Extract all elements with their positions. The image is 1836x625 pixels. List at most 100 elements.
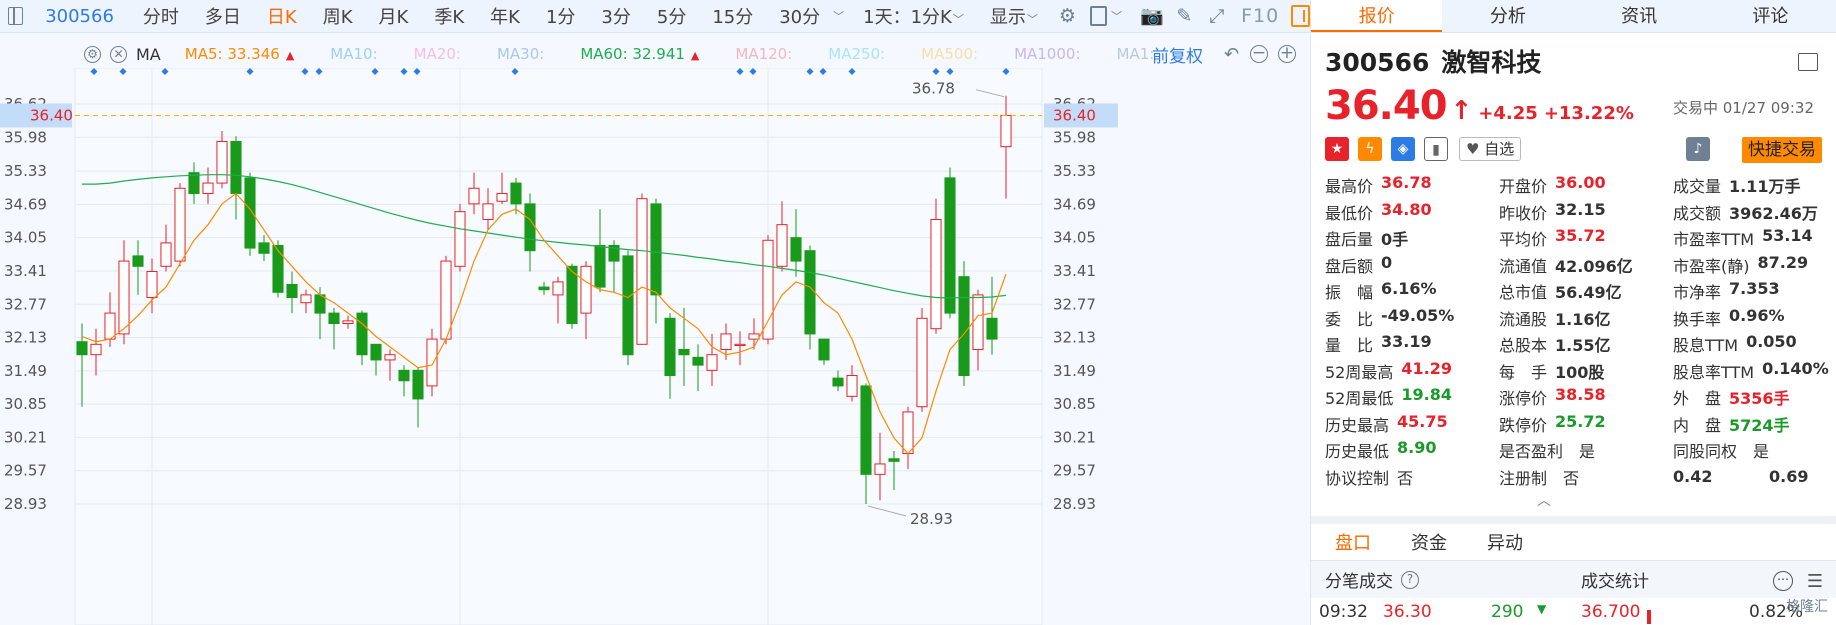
ma-item[interactable]: MA1:: [1117, 45, 1155, 63]
quote-cell: 最低价 34.80: [1325, 200, 1499, 224]
quote-cell: 量 比 33.19: [1325, 332, 1499, 356]
period-tab[interactable]: 3分: [588, 3, 643, 29]
candle-body: [300, 294, 312, 304]
candle-body: [748, 333, 760, 340]
last-price: 36.40: [1325, 83, 1448, 129]
chevron-down-icon: ﹀: [952, 13, 964, 26]
y-tick-label-right: 32.13: [1053, 329, 1096, 347]
candle-body: [510, 182, 522, 205]
quote-value: 45.75: [1397, 411, 1448, 431]
period-tab[interactable]: 5分: [644, 3, 699, 29]
sub-tab[interactable]: 异动: [1487, 529, 1523, 555]
quote-label: 52周最低: [1325, 389, 1394, 409]
y-tick-label-left: 29.57: [4, 462, 47, 480]
quote-cell: 昨收价 32.15: [1499, 200, 1673, 224]
quote-cell: 跌停价 25.72: [1499, 412, 1673, 436]
period-tab[interactable]: 季K: [421, 3, 477, 29]
period-tab[interactable]: 30分: [766, 3, 833, 29]
ma-item[interactable]: MA500:: [921, 45, 978, 63]
zoom-in-icon[interactable]: +: [1278, 45, 1296, 63]
candlestick-chart[interactable]: 36.6236.6235.9835.9835.3335.3334.6934.69…: [0, 68, 1310, 625]
panel-tab[interactable]: 评论: [1705, 0, 1836, 32]
quote-value: -49.05%: [1381, 305, 1455, 325]
ma-item[interactable]: MA5: 33.346 ▲: [185, 45, 295, 63]
period-tab[interactable]: 多日: [192, 3, 254, 29]
settings-gear-icon[interactable]: ⚙: [1059, 6, 1076, 26]
ma-item[interactable]: MA120:: [735, 45, 792, 63]
quote-cell: 盘后量 0手: [1325, 226, 1499, 250]
fuquan-select[interactable]: 前复权: [1152, 42, 1203, 67]
up-triangle-icon: ▲: [285, 49, 295, 62]
sub-tab[interactable]: 资金: [1411, 529, 1447, 555]
more-icon[interactable]: ⋯: [1773, 571, 1793, 591]
period-tab[interactable]: 分时: [130, 3, 192, 29]
candle-body: [944, 177, 956, 314]
quote-grid: 最高价 36.78 开盘价 36.00 成交量 1.11万手 最低价 34.80 昨收价 32.1…: [1325, 172, 1836, 490]
candle-body: [832, 377, 844, 387]
multi-period-select[interactable]: 1天：1分K﹀: [850, 3, 977, 29]
sub-tab[interactable]: 盘口: [1335, 529, 1371, 555]
f10-button[interactable]: F10: [1241, 5, 1279, 27]
period-tab[interactable]: 年K: [477, 3, 533, 29]
ma-item[interactable]: MA250:: [828, 45, 885, 63]
panel-tab[interactable]: 分析: [1442, 0, 1573, 32]
y-tick-label-right: 35.33: [1053, 162, 1096, 180]
chevron-up-icon[interactable]: ︿: [1537, 490, 1551, 510]
layout-square-icon[interactable]: [1089, 6, 1108, 26]
ma-item[interactable]: MA10:: [330, 45, 377, 63]
ma-settings-gear-icon[interactable]: ⚙: [84, 45, 101, 63]
ma-item[interactable]: MA20:: [414, 45, 461, 63]
tag-icon[interactable]: ◈: [1391, 137, 1415, 161]
help-icon[interactable]: ?: [1401, 570, 1419, 589]
panel-tab[interactable]: 报价: [1311, 0, 1443, 32]
period-tab[interactable]: 月K: [366, 3, 422, 29]
quote-label: 最高价: [1325, 177, 1374, 197]
panel-tab[interactable]: 资讯: [1574, 0, 1705, 32]
quote-label: 振 幅: [1325, 283, 1374, 303]
quote-cell: 股息率TTM 0.140%: [1673, 359, 1836, 383]
sidebar-toggle-icon[interactable]: [8, 7, 24, 25]
ma-item[interactable]: MA30:: [497, 45, 544, 63]
quote-value: 是: [1753, 442, 1770, 462]
pencil-icon[interactable]: ✎: [1176, 6, 1192, 26]
ma-item-label: MA1:: [1116, 45, 1155, 63]
stock-code-tab[interactable]: 300566: [45, 6, 114, 27]
quick-trade-button[interactable]: 快捷交易: [1742, 137, 1822, 163]
candle-body: [454, 211, 466, 267]
ma-close-icon[interactable]: ✕: [110, 45, 127, 63]
candle-body: [90, 343, 102, 356]
down-triangle-icon: ▼: [1537, 602, 1547, 616]
period-tab[interactable]: 周K: [310, 3, 366, 29]
y-tick-label-right: 31.49: [1053, 362, 1096, 380]
chart-toolbar: 300566 分时 多日 日K 周K 月K 季K 年K 1分 3分 5分 15分 30分 ﹀ 1天：1…: [0, 0, 1310, 33]
candle-body: [986, 317, 998, 340]
period-tab[interactable]: 15分: [699, 3, 766, 29]
undo-icon[interactable]: ↶: [1224, 44, 1239, 65]
add-watchlist-button[interactable]: ♥ 自选: [1459, 137, 1522, 161]
quote-cell: 流通值 42.096亿: [1499, 253, 1673, 277]
panel-toggle-icon[interactable]: [1291, 5, 1310, 27]
ma-item[interactable]: MA1000:: [1014, 45, 1080, 63]
fullscreen-icon[interactable]: ⤢: [1209, 6, 1225, 26]
bookmark-icon[interactable]: ▮: [1424, 137, 1448, 161]
display-menu[interactable]: 显示﹀: [977, 3, 1051, 29]
candle-body: [734, 343, 746, 347]
collapse-panel-icon[interactable]: [1798, 53, 1818, 71]
quote-value: 56.49亿: [1555, 283, 1622, 303]
display-label: 显示: [989, 7, 1026, 28]
bell-icon[interactable]: ♪: [1686, 137, 1710, 161]
list-icon[interactable]: ☰: [1807, 571, 1823, 592]
candle-body: [678, 349, 690, 356]
candle-body: [412, 369, 424, 400]
chevron-down-icon[interactable]: ﹀: [1111, 8, 1122, 24]
quote-value: 1.55亿: [1555, 336, 1611, 356]
ma-indicator-label[interactable]: MA: [136, 45, 161, 64]
quote-cell: 协议控制否: [1325, 465, 1499, 489]
ma-item[interactable]: MA60: 32.941 ▲: [580, 45, 699, 63]
period-tab[interactable]: 1分: [533, 3, 588, 29]
camera-icon[interactable]: 📷: [1140, 6, 1164, 26]
lightning-icon[interactable]: ϟ: [1358, 137, 1382, 161]
period-tab[interactable]: 日K: [254, 3, 310, 29]
period-more-chevron-icon[interactable]: ﹀: [833, 8, 844, 24]
zoom-out-icon[interactable]: −: [1250, 45, 1268, 63]
